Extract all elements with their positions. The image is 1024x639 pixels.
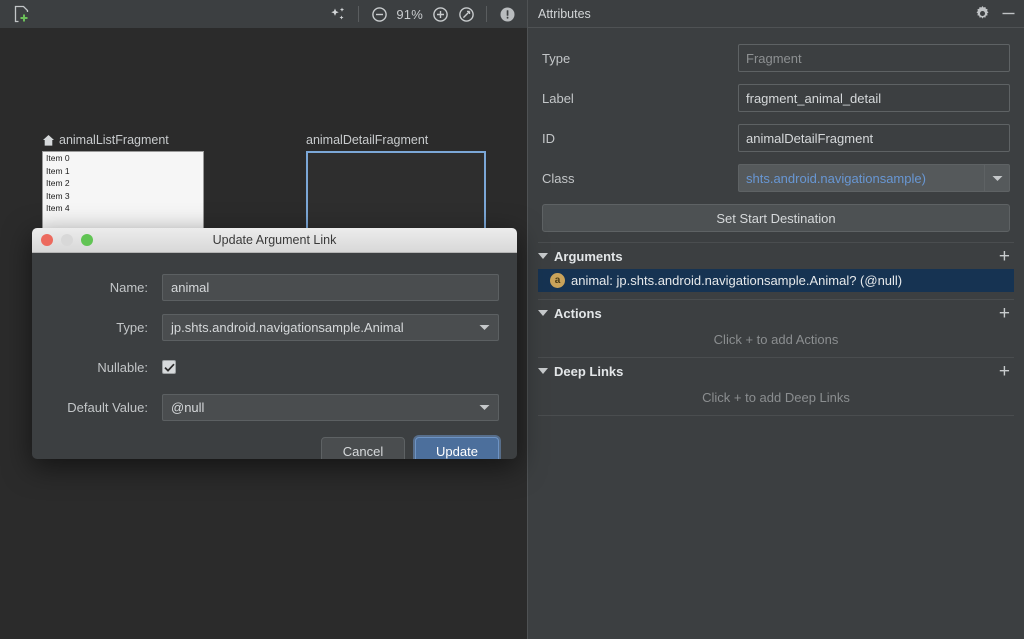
gear-icon[interactable] xyxy=(974,6,990,22)
zoom-out-icon[interactable] xyxy=(367,2,391,26)
argument-list-item-label: animal: jp.shts.android.navigationsample… xyxy=(571,273,903,288)
update-argument-link-dialog: Update Argument Link Name: animal Type: … xyxy=(32,228,517,459)
zoom-to-fit-icon[interactable] xyxy=(454,2,478,26)
section-title-arguments: Arguments xyxy=(554,248,623,264)
triangle-down-icon[interactable] xyxy=(538,368,548,374)
section-header-deep-links[interactable]: Deep Links + xyxy=(528,358,1024,384)
destination-node-label: animalListFragment xyxy=(59,133,169,147)
preview-list-item: Item 2 xyxy=(46,178,70,188)
preview-list-item: Item 3 xyxy=(46,190,70,201)
preview-list-item: Item 0 xyxy=(46,153,70,163)
name-input[interactable]: animal xyxy=(162,273,499,301)
section-divider xyxy=(538,415,1014,416)
preview-list-item: Item 4 xyxy=(46,203,70,213)
type-combobox[interactable]: jp.shts.android.navigationsample.Animal xyxy=(162,313,499,341)
attributes-panel: Attributes Type Fragment Label fragment_… xyxy=(527,0,1024,639)
design-toolbar: 91% xyxy=(0,0,527,28)
attribute-fields: Type Fragment Label fragment_animal_deta… xyxy=(528,28,1024,198)
attributes-panel-header: Attributes xyxy=(528,0,1024,28)
default-value-combobox-value: @null xyxy=(171,399,205,415)
attribute-label-label: Label xyxy=(542,90,574,106)
dialog-buttons: Cancel Update xyxy=(32,427,517,459)
label-field[interactable]: fragment_animal_detail xyxy=(738,84,1010,112)
home-icon xyxy=(42,134,55,147)
attribute-row-type: Type Fragment xyxy=(542,38,1010,78)
attribute-row-id: ID animalDetailFragment xyxy=(542,118,1010,158)
argument-list-item[interactable]: a animal: jp.shts.android.navigationsamp… xyxy=(538,269,1014,292)
attributes-panel-title: Attributes xyxy=(538,6,591,21)
destination-node-title: animalDetailFragment xyxy=(306,133,486,147)
attribute-row-label: Label fragment_animal_detail xyxy=(542,78,1010,118)
toolbar-separator-1 xyxy=(358,6,360,22)
set-start-destination-wrap: Set Start Destination xyxy=(528,198,1024,242)
preview-list-item: Item 1 xyxy=(46,165,70,176)
chevron-down-icon[interactable] xyxy=(479,324,490,331)
update-button[interactable]: Update xyxy=(415,437,499,459)
attribute-label-id: ID xyxy=(542,130,555,146)
minimize-icon[interactable] xyxy=(1000,6,1016,22)
class-combobox-value[interactable]: shts.android.navigationsample) xyxy=(738,164,984,192)
toolbar-separator-2 xyxy=(486,6,487,22)
destination-node-label: animalDetailFragment xyxy=(306,133,429,147)
destination-preview[interactable]: Item 0 Item 1 Item 2 Item 3 Item 4 xyxy=(42,151,204,236)
chevron-down-icon[interactable] xyxy=(479,404,490,411)
type-combobox-value: jp.shts.android.navigationsample.Animal xyxy=(171,319,404,335)
triangle-down-icon[interactable] xyxy=(538,253,548,259)
default-value-label: Default Value: xyxy=(67,399,148,415)
add-action-plus-icon[interactable]: + xyxy=(999,304,1010,323)
triangle-down-icon[interactable] xyxy=(538,310,548,316)
dialog-row-default-value: Default Value: @null xyxy=(50,387,499,427)
type-label: Type: xyxy=(116,319,148,335)
destination-node-animal-detail[interactable]: animalDetailFragment xyxy=(306,133,486,236)
dialog-title: Update Argument Link xyxy=(212,233,337,247)
dialog-row-name: Name: animal xyxy=(50,267,499,307)
section-header-actions[interactable]: Actions + xyxy=(528,300,1024,326)
dialog-titlebar[interactable]: Update Argument Link xyxy=(32,228,517,253)
actions-empty-text: Click + to add Actions xyxy=(713,332,839,347)
add-deep-link-plus-icon[interactable]: + xyxy=(999,362,1010,381)
auto-arrange-icon[interactable] xyxy=(326,2,350,26)
default-value-combobox[interactable]: @null xyxy=(162,393,499,421)
nullable-checkbox[interactable] xyxy=(162,360,176,374)
dialog-row-nullable: Nullable: xyxy=(50,347,499,387)
id-field[interactable]: animalDetailFragment xyxy=(738,124,1010,152)
destination-node-title: animalListFragment xyxy=(42,133,204,147)
chevron-down-icon[interactable] xyxy=(984,164,1010,192)
argument-badge-icon: a xyxy=(550,273,565,288)
new-destination-icon[interactable] xyxy=(10,2,34,26)
name-label: Name: xyxy=(109,279,148,295)
zoom-level-label: 91% xyxy=(396,6,423,22)
attribute-row-class: Class shts.android.navigationsample) xyxy=(542,158,1010,198)
destination-node-animal-list[interactable]: animalListFragment Item 0 Item 1 Item 2 … xyxy=(42,133,204,236)
cancel-button[interactable]: Cancel xyxy=(321,437,405,459)
zoom-in-icon[interactable] xyxy=(428,2,452,26)
destination-preview-selected[interactable] xyxy=(306,151,486,236)
dialog-row-type: Type: jp.shts.android.navigationsample.A… xyxy=(50,307,499,347)
nullable-label: Nullable: xyxy=(97,359,148,375)
section-title-actions: Actions xyxy=(554,305,602,321)
type-field: Fragment xyxy=(738,44,1010,72)
section-title-deep-links: Deep Links xyxy=(554,363,624,379)
issues-info-icon[interactable] xyxy=(495,2,519,26)
class-combobox[interactable]: shts.android.navigationsample) xyxy=(738,164,1010,192)
attribute-label-type: Type xyxy=(542,50,571,66)
attribute-label-class: Class xyxy=(542,170,575,186)
navigation-editor-window: 91% animalListFragment Item 0 Item 1 Ite… xyxy=(0,0,1024,639)
section-header-arguments[interactable]: Arguments + xyxy=(528,243,1024,269)
set-start-destination-button[interactable]: Set Start Destination xyxy=(542,204,1010,232)
deep-links-empty-text: Click + to add Deep Links xyxy=(702,390,850,405)
add-argument-plus-icon[interactable]: + xyxy=(999,247,1010,266)
dialog-body: Name: animal Type: jp.shts.android.navig… xyxy=(32,253,517,427)
